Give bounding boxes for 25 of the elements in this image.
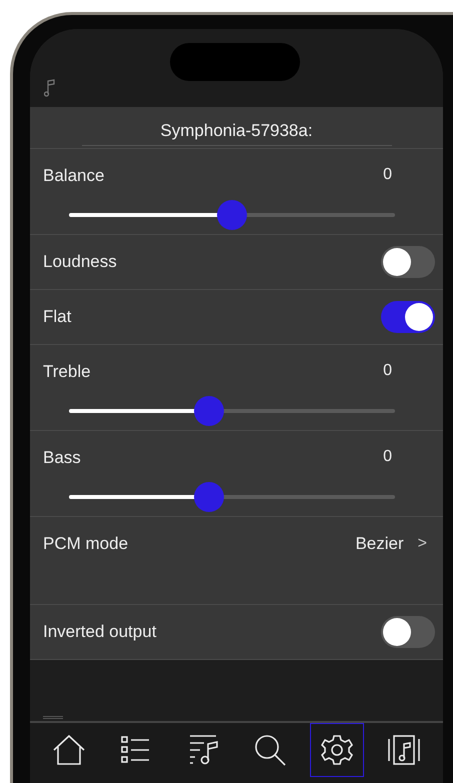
setting-value: Bezier — [355, 533, 404, 555]
setting-label: Inverted output — [43, 621, 156, 644]
device-title: Symphonia-57938a: — [82, 118, 392, 146]
slider-thumb[interactable] — [194, 396, 224, 426]
setting-label: Loudness — [43, 251, 117, 274]
toggle-switch[interactable] — [381, 301, 435, 333]
drag-handle[interactable] — [43, 716, 63, 719]
chevron[interactable]: > — [418, 532, 427, 556]
slider[interactable] — [69, 200, 395, 230]
slider[interactable] — [69, 482, 395, 512]
setting-label: Treble — [43, 361, 91, 383]
toggle-switch[interactable] — [381, 616, 435, 648]
slider[interactable] — [69, 396, 395, 426]
setting-label: Balance — [43, 165, 104, 187]
setting-value: 0 — [383, 361, 392, 381]
music-note-icon — [44, 79, 56, 97]
setting-value: 0 — [383, 447, 392, 467]
slider-thumb[interactable] — [194, 482, 224, 512]
setting-label: Flat — [43, 306, 72, 328]
slider-thumb[interactable] — [217, 200, 247, 230]
setting-value: 0 — [383, 165, 392, 185]
tab-button[interactable] — [310, 723, 364, 777]
setting-label: PCM mode — [43, 533, 128, 555]
setting-label: Bass — [43, 447, 81, 469]
toggle-switch[interactable] — [381, 246, 435, 278]
